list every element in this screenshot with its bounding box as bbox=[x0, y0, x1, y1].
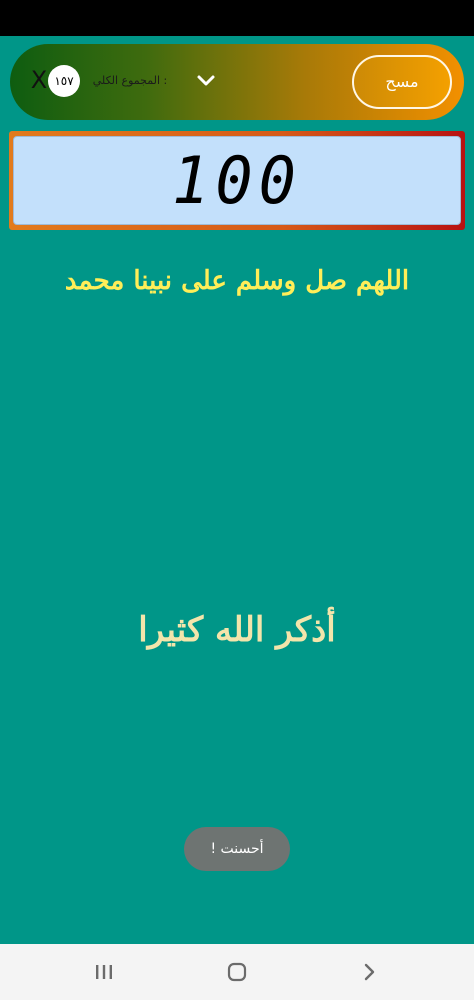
back-icon[interactable] bbox=[355, 957, 385, 987]
home-icon[interactable] bbox=[222, 957, 252, 987]
recent-apps-icon[interactable] bbox=[89, 957, 119, 987]
reset-button[interactable]: مسح bbox=[352, 55, 452, 109]
toast-message: أحسنت ! bbox=[184, 827, 290, 871]
counter-display: 100 bbox=[13, 136, 461, 225]
dhikr-text: اللهم صل وسلم على نبينا محمد bbox=[64, 266, 410, 296]
chevron-down-icon[interactable] bbox=[193, 68, 219, 94]
total-count-badge: ١٥٧ bbox=[48, 65, 80, 97]
top-bar: X ١٥٧ المجموع الكلي : مسح bbox=[10, 44, 464, 120]
tap-counter-phrase[interactable]: أذكر الله كثيرا bbox=[0, 600, 474, 660]
status-bar bbox=[0, 0, 474, 36]
navigation-bar bbox=[0, 944, 474, 1000]
total-label: المجموع الكلي : bbox=[92, 74, 168, 87]
counter-frame: 100 bbox=[9, 131, 465, 230]
counter-value: 100 bbox=[172, 142, 302, 219]
